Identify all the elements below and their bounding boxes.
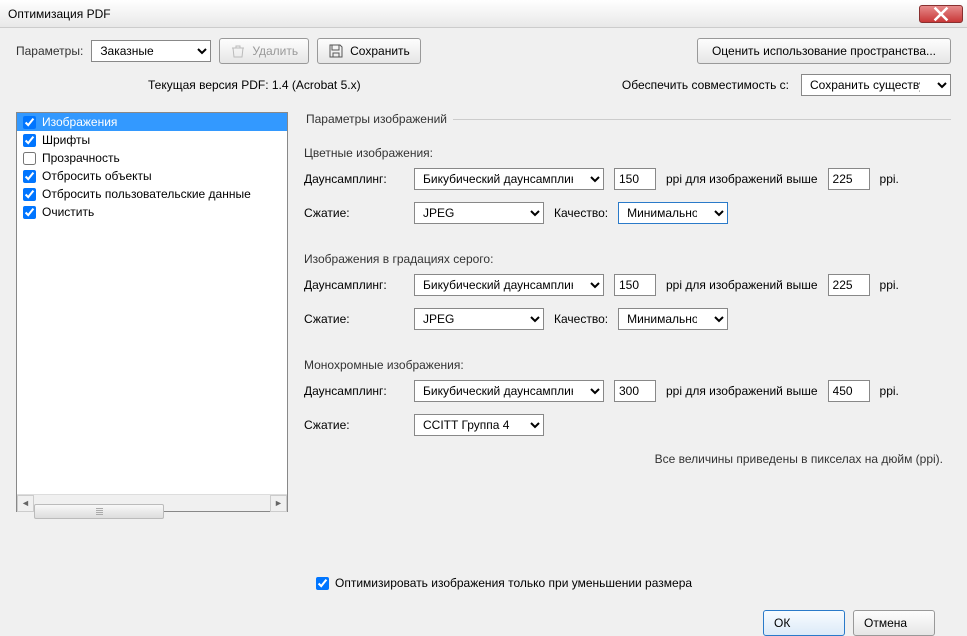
list-checkbox[interactable] [23,116,36,129]
color-ppi-above-input[interactable] [828,168,870,190]
list-item[interactable]: Очистить [17,203,287,221]
downsample-label: Даунсамплинг: [304,172,404,186]
gray-ppi-above-input[interactable] [828,274,870,296]
list-checkbox[interactable] [23,152,36,165]
compat-label: Обеспечить совместимость с: [622,78,789,92]
gray-downsample-row: Даунсамплинг: Бикубический даунсамплинг … [304,274,951,296]
toolbar: Параметры: Заказные Удалить Сохранить Оц… [0,28,967,64]
ppi-for-label: ppi для изображений выше [666,172,818,186]
ok-button[interactable]: ОК [763,610,845,636]
version-label: Текущая версия PDF: 1.4 (Acrobat 5.x) [148,78,361,92]
color-downsample-select[interactable]: Бикубический даунсамплинг [414,168,604,190]
delete-button[interactable]: Удалить [219,38,309,64]
settings-panel: Параметры изображений Цветные изображени… [300,112,951,566]
close-icon [933,6,949,22]
bottom-area: Оптимизировать изображения только при ум… [0,566,967,636]
list-item[interactable]: Отбросить объекты [17,167,287,185]
compression-label: Сжатие: [304,312,404,326]
color-quality-select[interactable]: Минимальное [618,202,728,224]
ppi-for-label: ppi для изображений выше [666,384,818,398]
mono-ppi-above-input[interactable] [828,380,870,402]
compression-label: Сжатие: [304,206,404,220]
dialog-footer: ОК Отмена [16,590,951,636]
gray-section-title: Изображения в градациях серого: [304,252,951,266]
color-compression-row: Сжатие: JPEG Качество: Минимальное [304,202,951,224]
trash-icon [230,43,246,59]
optimize-only-label: Оптимизировать изображения только при ум… [335,576,692,590]
list-checkbox[interactable] [23,170,36,183]
mono-section-title: Монохромные изображения: [304,358,951,372]
list-checkbox[interactable] [23,188,36,201]
list-checkbox[interactable] [23,206,36,219]
mono-downsample-select[interactable]: Бикубический даунсамплинг [414,380,604,402]
fieldset-legend: Параметры изображений [300,112,453,126]
color-section-title: Цветные изображения: [304,146,951,160]
scroll-thumb[interactable] [34,504,164,519]
downsample-label: Даунсамплинг: [304,278,404,292]
gray-compression-row: Сжатие: JPEG Качество: Минимальное [304,308,951,330]
downsample-label: Даунсамплинг: [304,384,404,398]
close-button[interactable] [919,5,963,23]
listbox-items: Изображения Шрифты Прозрачность Отбросит… [17,113,287,494]
color-downsample-row: Даунсамплинг: Бикубический даунсамплинг … [304,168,951,190]
scroll-left-icon[interactable]: ◄ [17,495,34,512]
list-item[interactable]: Отбросить пользовательские данные [17,185,287,203]
mono-downsample-row: Даунсамплинг: Бикубический даунсамплинг … [304,380,951,402]
preset-select[interactable]: Заказные [91,40,211,62]
version-row: Текущая версия PDF: 1.4 (Acrobat 5.x) Об… [0,64,967,106]
quality-label: Качество: [554,312,608,326]
list-item[interactable]: Прозрачность [17,149,287,167]
mono-compression-row: Сжатие: CCITT Группа 4 [304,414,951,436]
compression-label: Сжатие: [304,418,404,432]
quality-label: Качество: [554,206,608,220]
main-area: Изображения Шрифты Прозрачность Отбросит… [0,106,967,566]
optimize-only-row: Оптимизировать изображения только при ум… [316,576,951,590]
mono-ppi-input[interactable] [614,380,656,402]
optimize-only-checkbox[interactable] [316,577,329,590]
horizontal-scrollbar[interactable]: ◄ ► [17,494,287,511]
window-title: Оптимизация PDF [4,7,111,21]
list-item[interactable]: Изображения [17,113,287,131]
list-checkbox[interactable] [23,134,36,147]
gray-ppi-input[interactable] [614,274,656,296]
audit-button[interactable]: Оценить использование пространства... [697,38,951,64]
ppi-suffix: ppi. [880,172,899,186]
compat-select[interactable]: Сохранить существующ [801,74,951,96]
params-label: Параметры: [16,44,83,58]
ppi-for-label: ppi для изображений выше [666,278,818,292]
ppi-suffix: ppi. [880,384,899,398]
color-compression-select[interactable]: JPEG [414,202,544,224]
gray-quality-select[interactable]: Минимальное [618,308,728,330]
color-ppi-input[interactable] [614,168,656,190]
cancel-button[interactable]: Отмена [853,610,935,636]
save-icon [328,43,344,59]
image-params-fieldset: Параметры изображений Цветные изображени… [300,112,951,466]
mono-compression-select[interactable]: CCITT Группа 4 [414,414,544,436]
list-item[interactable]: Шрифты [17,131,287,149]
ppi-suffix: ppi. [880,278,899,292]
ppi-note: Все величины приведены в пикселах на дюй… [300,448,951,466]
save-button[interactable]: Сохранить [317,38,421,64]
category-listbox[interactable]: Изображения Шрифты Прозрачность Отбросит… [16,112,288,512]
titlebar: Оптимизация PDF [0,0,967,28]
gray-compression-select[interactable]: JPEG [414,308,544,330]
scroll-right-icon[interactable]: ► [270,495,287,512]
gray-downsample-select[interactable]: Бикубический даунсамплинг [414,274,604,296]
